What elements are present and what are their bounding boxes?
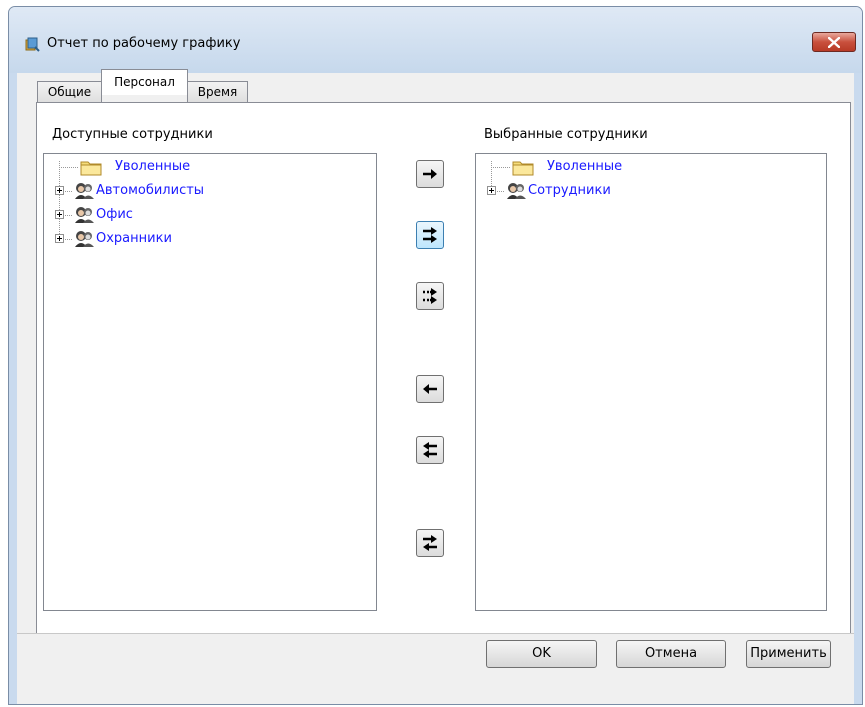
tree-item-employees[interactable]: Сотрудники (476, 182, 826, 200)
tree-line (65, 191, 73, 192)
move-right-button[interactable] (416, 160, 444, 188)
folder-icon (512, 161, 534, 176)
title-bar: Отчет по рабочему графику (9, 7, 862, 73)
move-all-right-icon (423, 227, 437, 243)
tree-item-label: Уволенные (115, 159, 191, 174)
move-right-icon (423, 169, 437, 179)
ok-button[interactable]: OK (486, 640, 597, 668)
window-title: Отчет по рабочему графику (47, 36, 241, 51)
tree-item-guards[interactable]: Охранники (44, 230, 376, 248)
move-group-right-icon (423, 288, 437, 304)
tab-time[interactable]: Время (187, 81, 248, 103)
tree-item-motorists[interactable]: Автомобилисты (44, 182, 376, 200)
available-employees-tree[interactable]: Уволенные Автомобилисты Офис Охранники (43, 153, 377, 611)
tree-item-dismissed[interactable]: Уволенные (44, 158, 376, 176)
apply-button-label: Применить (750, 646, 827, 661)
cancel-button[interactable]: Отмена (616, 640, 726, 668)
tree-item-label: Офис (96, 207, 133, 222)
move-group-right-button[interactable] (416, 282, 444, 310)
close-icon (828, 37, 840, 48)
personnel-panel: Доступные сотрудники Выбранные сотрудник… (36, 102, 851, 634)
move-all-right-button[interactable] (416, 221, 444, 249)
tree-item-dismissed[interactable]: Уволенные (476, 158, 826, 176)
expand-icon[interactable] (55, 186, 64, 195)
group-icon (75, 207, 94, 223)
expand-icon[interactable] (487, 186, 496, 195)
ok-button-label: OK (532, 646, 551, 661)
apply-button[interactable]: Применить (746, 640, 831, 668)
group-icon (507, 183, 526, 199)
tree-item-label: Сотрудники (528, 183, 611, 198)
group-icon (75, 231, 94, 247)
group-icon (75, 183, 94, 199)
selected-employees-tree[interactable]: Уволенные Сотрудники (475, 153, 827, 611)
swap-button[interactable] (416, 529, 444, 557)
dialog-body: Общие Персонал Время Доступные сотрудник… (17, 69, 854, 704)
tree-line (65, 215, 73, 216)
report-window: Отчет по рабочему графику Общие Персонал… (8, 6, 863, 705)
tree-item-label: Уволенные (547, 159, 623, 174)
expand-icon[interactable] (55, 210, 64, 219)
tab-personnel-label: Персонал (114, 75, 175, 89)
folder-icon (80, 161, 102, 176)
tab-time-label: Время (197, 85, 238, 99)
move-all-left-icon (423, 442, 437, 458)
report-app-icon (25, 37, 40, 52)
move-all-left-button[interactable] (416, 436, 444, 464)
tab-personnel[interactable]: Персонал (101, 69, 188, 95)
expand-icon[interactable] (55, 234, 64, 243)
tree-line (497, 191, 505, 192)
close-button[interactable] (812, 32, 856, 52)
swap-icon (423, 535, 437, 551)
footer-separator (17, 633, 854, 634)
cancel-button-label: Отмена (644, 646, 698, 661)
tab-general[interactable]: Общие (37, 81, 102, 103)
move-left-icon (423, 384, 437, 394)
tree-line (491, 167, 511, 168)
tree-line (65, 239, 73, 240)
tab-general-label: Общие (47, 85, 92, 99)
tree-item-office[interactable]: Офис (44, 206, 376, 224)
tree-item-label: Автомобилисты (96, 183, 205, 198)
selected-employees-label: Выбранные сотрудники (484, 127, 648, 142)
move-left-button[interactable] (416, 375, 444, 403)
tree-item-label: Охранники (96, 231, 172, 246)
available-employees-label: Доступные сотрудники (52, 127, 213, 142)
tree-line (59, 167, 79, 168)
